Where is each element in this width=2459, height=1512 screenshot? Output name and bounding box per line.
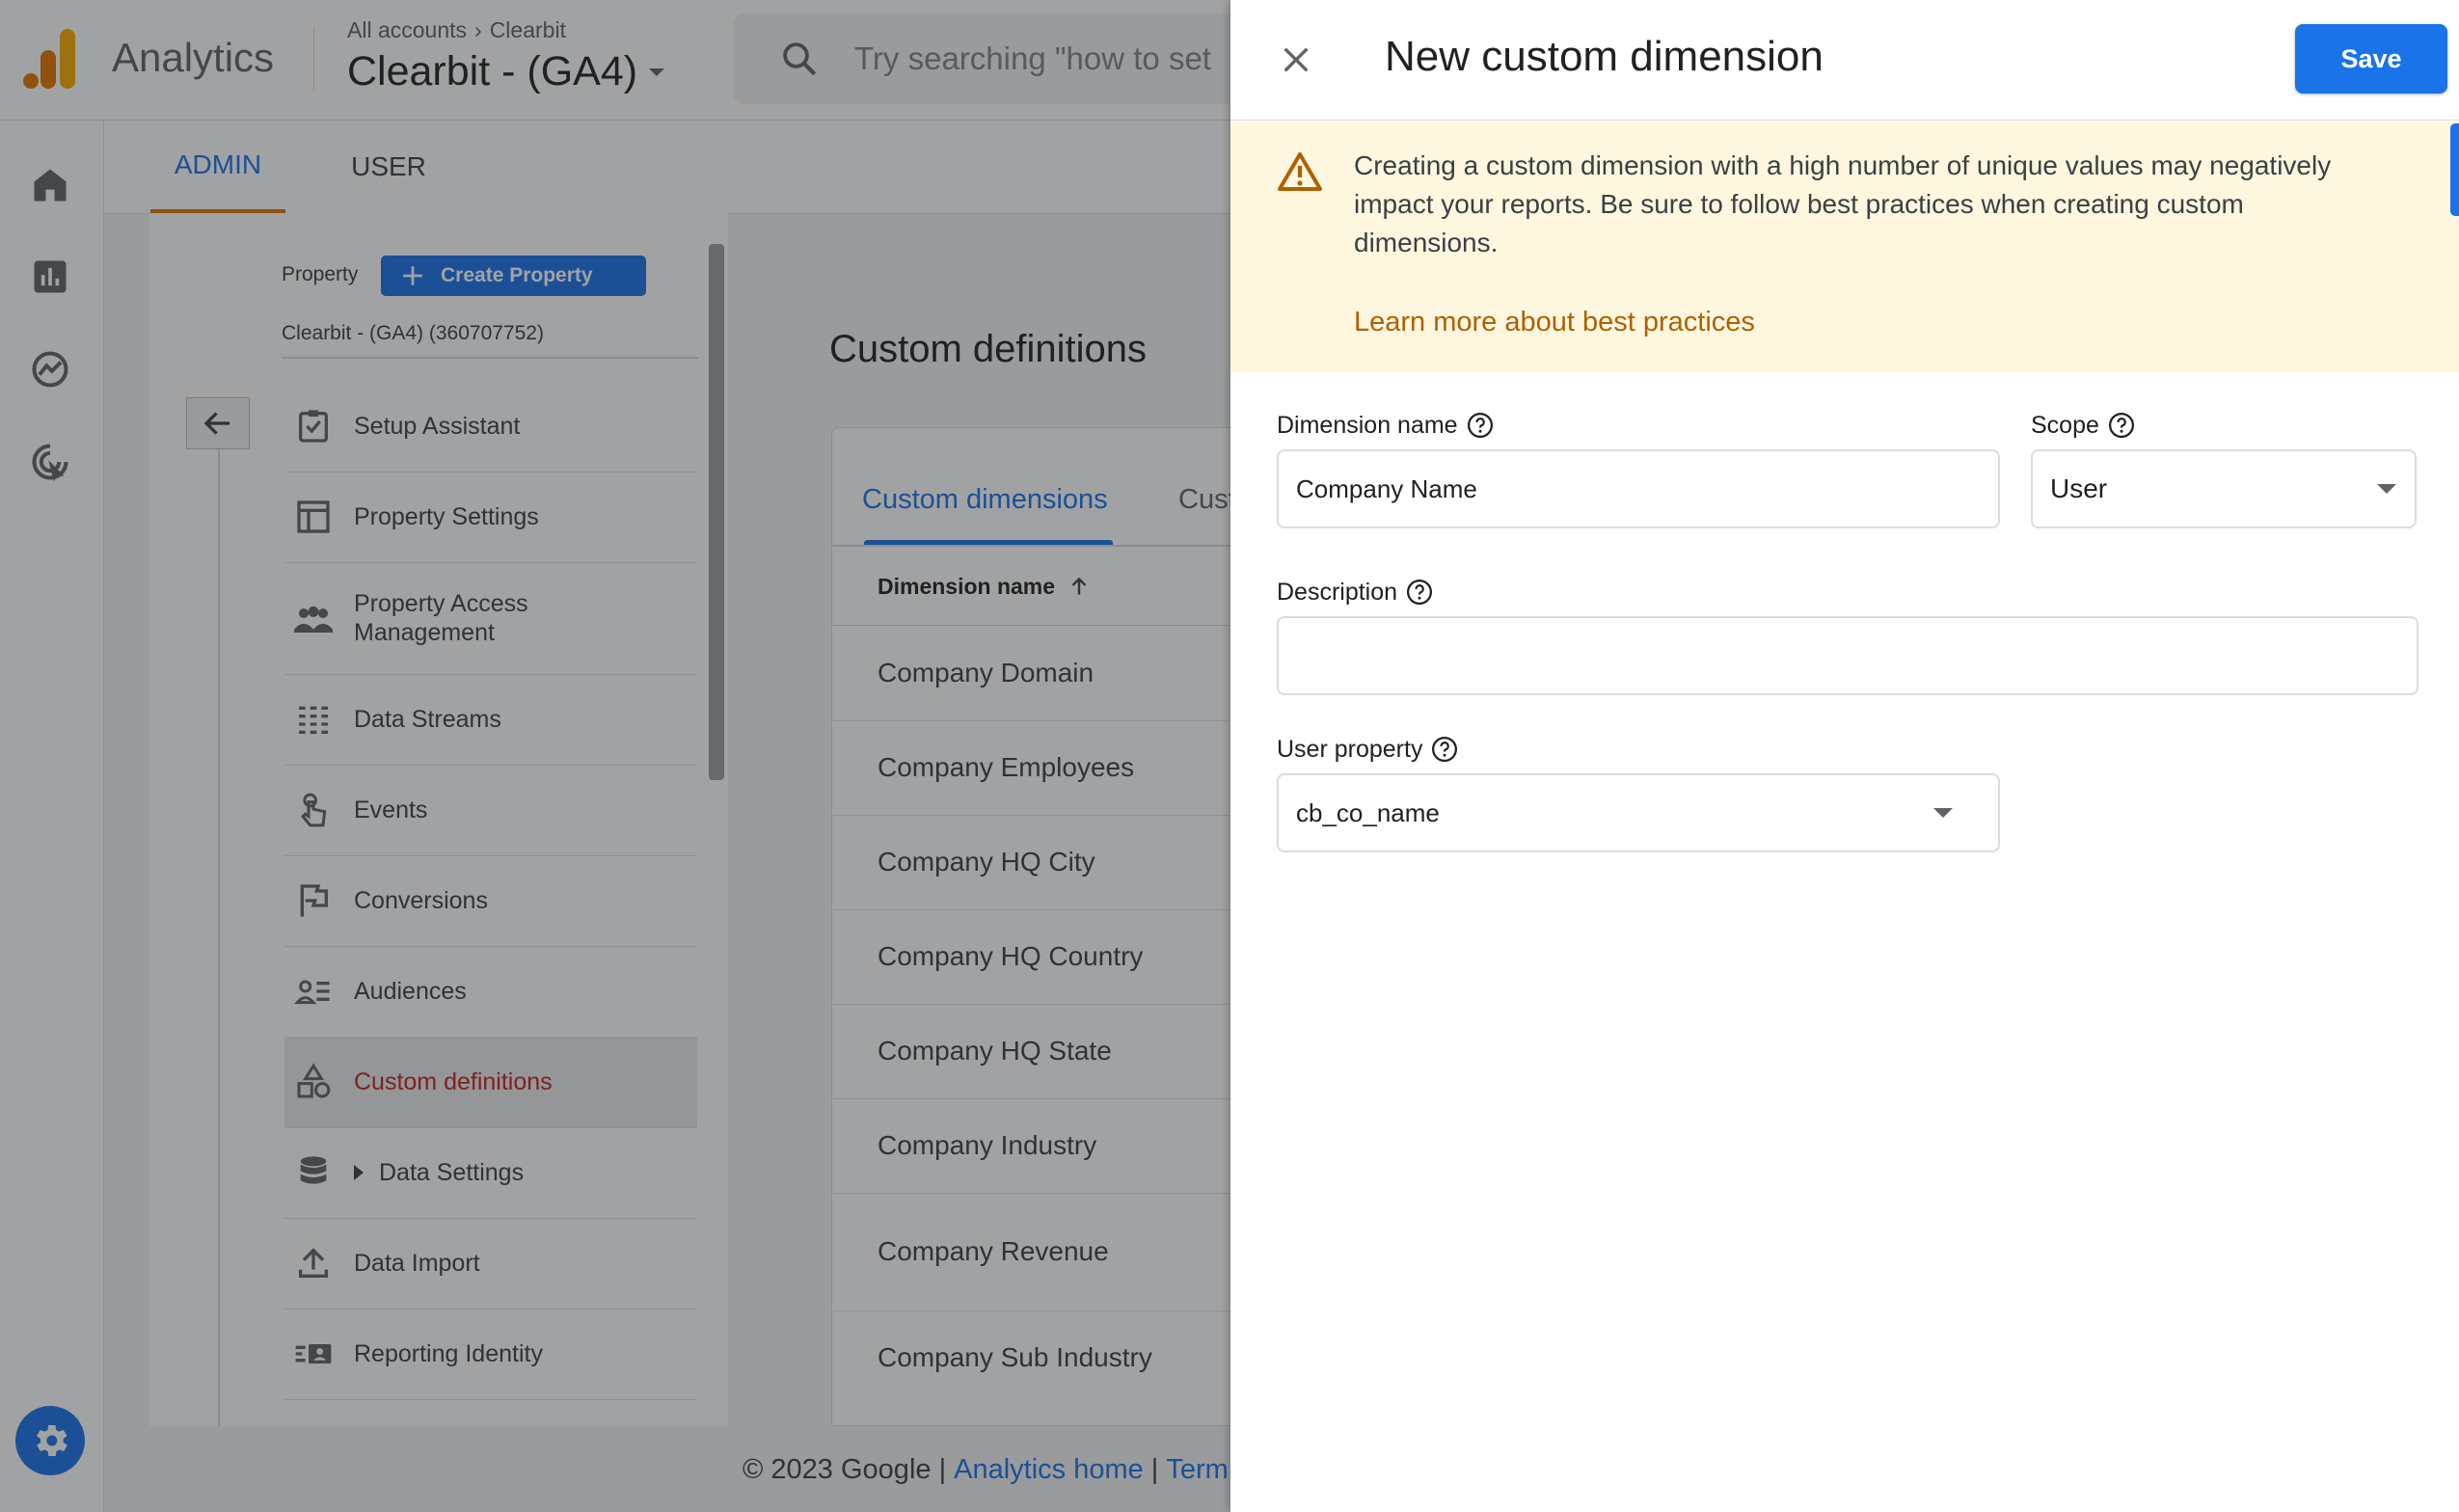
save-button[interactable]: Save <box>2295 24 2447 94</box>
scope-label: Scope <box>2031 411 2099 439</box>
user-property-label-group: User property <box>1277 735 1459 764</box>
dimension-name-label: Dimension name <box>1277 411 1458 439</box>
scope-label-group: Scope <box>2031 411 2136 440</box>
help-icon[interactable] <box>1405 578 1434 607</box>
warning-text: Creating a custom dimension with a high … <box>1354 150 2332 257</box>
description-label-group: Description <box>1277 578 1434 607</box>
learn-more-link[interactable]: Learn more about best practices <box>1354 307 1755 338</box>
close-icon[interactable] <box>1273 37 1319 83</box>
warning-banner: Creating a custom dimension with a high … <box>1230 122 2459 372</box>
description-label: Description <box>1277 578 1398 606</box>
drawer-scrollbar-indicator[interactable] <box>2450 123 2459 216</box>
new-custom-dimension-drawer: New custom dimension Save Creating a cus… <box>1230 0 2459 1512</box>
user-property-select[interactable]: cb_co_name <box>1277 773 2000 852</box>
user-property-label: User property <box>1277 735 1423 763</box>
dimension-name-label-group: Dimension name <box>1277 411 1495 440</box>
dropdown-arrow-icon <box>2376 483 2397 495</box>
drawer-header: New custom dimension Save <box>1230 0 2459 121</box>
scope-value: User <box>2050 473 2108 503</box>
help-icon[interactable] <box>2107 411 2136 440</box>
dropdown-arrow-icon <box>1932 807 1954 819</box>
dimension-name-value: Company Name <box>1296 473 1477 503</box>
drawer-title: New custom dimension <box>1385 33 1824 80</box>
dimension-name-input[interactable]: Company Name <box>1277 449 2000 528</box>
modal-scrim[interactable] <box>0 0 1230 1512</box>
help-icon[interactable] <box>1430 735 1459 764</box>
user-property-value: cb_co_name <box>1296 797 1440 827</box>
help-icon[interactable] <box>1466 411 1495 440</box>
warning-icon <box>1277 150 1323 193</box>
description-input[interactable] <box>1277 616 2418 695</box>
scope-select[interactable]: User <box>2031 449 2417 528</box>
